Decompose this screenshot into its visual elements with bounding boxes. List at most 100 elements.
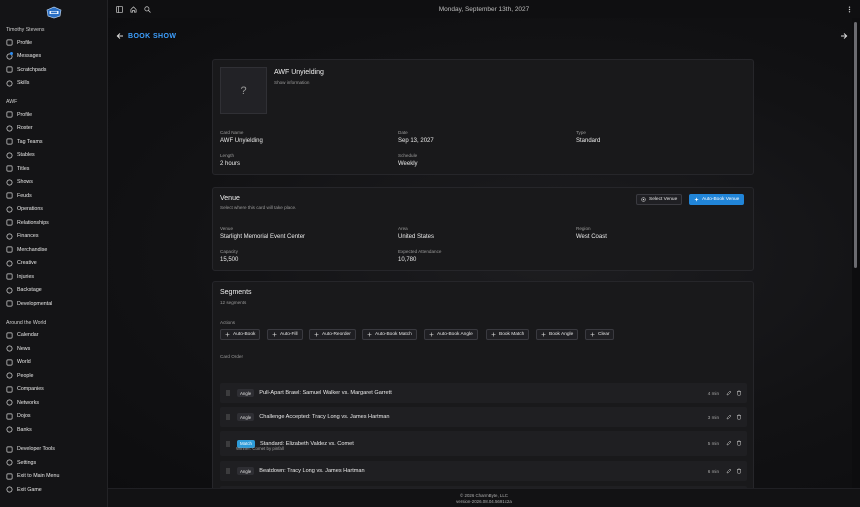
sidebar-item-system-developer-tools[interactable]: Developer Tools <box>0 443 107 457</box>
capacity-value: 15,500 <box>220 257 239 263</box>
segment-type-badge: Angle <box>237 389 255 397</box>
edit-icon[interactable] <box>726 468 733 475</box>
segment-type-badge: Angle <box>237 467 255 475</box>
sidebar-item-label: Developmental <box>17 300 53 307</box>
app-window: Timothy Stevens Profile Messages Scratchpa… <box>0 0 860 507</box>
drag-handle-icon[interactable] <box>223 414 233 420</box>
trash-icon[interactable] <box>736 390 743 397</box>
sidebar-item-label: Shows <box>17 179 33 186</box>
edit-icon[interactable] <box>726 440 733 447</box>
auto-fill-button[interactable]: Auto-Fill <box>267 329 303 340</box>
sidebar-item-label: Stables <box>17 152 35 159</box>
segment-type-badge: Angle <box>237 413 255 421</box>
sidebar-item-system-exit-game[interactable]: Exit Game <box>0 483 107 497</box>
edit-icon[interactable] <box>726 414 733 421</box>
unread-badge <box>10 51 13 55</box>
forward-arrow-icon[interactable] <box>840 32 848 40</box>
show-poster[interactable]: ? <box>220 67 267 114</box>
sparkle-icon <box>225 332 230 337</box>
sidebar-item-world-calendar[interactable]: Calendar <box>0 329 107 343</box>
back-arrow-icon[interactable] <box>116 32 124 40</box>
sidebar-item-label: News <box>17 345 31 352</box>
sidebar-item-system-settings[interactable]: Settings <box>0 456 107 470</box>
trash-icon[interactable] <box>736 468 743 475</box>
venue-subtitle: Select where this card will take place. <box>220 205 297 210</box>
sidebar-item-world-banks[interactable]: Banks <box>0 423 107 437</box>
card-order-label: Card Order <box>220 354 243 359</box>
drag-handle-icon[interactable] <box>223 390 233 396</box>
auto-book-angle-button[interactable]: Auto-Book Angle <box>424 329 478 340</box>
segments-title: Segments <box>220 289 252 296</box>
sidebar-item-shows[interactable]: Shows <box>0 176 107 190</box>
sparkle-icon <box>429 332 434 337</box>
sidebar-item-operations[interactable]: Operations <box>0 203 107 217</box>
page-header: BOOK SHOW <box>116 30 848 42</box>
trash-icon[interactable] <box>736 414 743 421</box>
sidebar-item-developmental[interactable]: Developmental <box>0 297 107 311</box>
sidebar-item-merchandise[interactable]: Merchandise <box>0 243 107 257</box>
sidebar-item-user-profile[interactable]: Profile <box>0 36 107 50</box>
auto-book-venue-button[interactable]: Auto-Book Venue <box>689 194 745 205</box>
sidebar-item-titles[interactable]: Titles <box>0 162 107 176</box>
sidebar-item-world-news[interactable]: News <box>0 342 107 356</box>
show-subtitle: Show information <box>274 80 310 85</box>
show-name: AWF Unyielding <box>274 69 324 76</box>
sidebar-item-relationships[interactable]: Relationships <box>0 216 107 230</box>
sidebar-item-feuds[interactable]: Feuds <box>0 189 107 203</box>
sidebar-item-world-dojos[interactable]: Dojos <box>0 410 107 424</box>
sidebar-item-label: Titles <box>17 165 30 172</box>
sidebar-item-label: Scratchpads <box>17 66 47 73</box>
sidebar-item-label: Exit Game <box>17 486 42 493</box>
sidebar-item-world-people[interactable]: People <box>0 369 107 383</box>
sidebar-item-system-exit-to-main-menu[interactable]: Exit to Main Menu <box>0 470 107 484</box>
attendance-label: Expected Attendance <box>398 249 442 254</box>
capacity-label: Capacity <box>220 249 238 254</box>
trash-icon[interactable] <box>736 440 743 447</box>
type-label: Type <box>576 130 586 135</box>
segment-row[interactable]: Angle Challenge Accepted: Tracy Long vs. … <box>220 407 747 427</box>
main-scrollbar[interactable] <box>852 18 860 488</box>
book-match-button[interactable]: Book Match <box>486 329 530 340</box>
users-icon <box>6 138 13 145</box>
sidebar-item-label: Companies <box>17 386 44 393</box>
book-angle-button[interactable]: Book Angle <box>536 329 579 340</box>
home-icon[interactable] <box>126 2 140 16</box>
trash-icon <box>590 332 595 337</box>
segment-row[interactable]: Angle Beatdown: Tracy Long vs. James Hart… <box>220 461 747 481</box>
sidebar-item-backstage[interactable]: Backstage <box>0 284 107 298</box>
segment-row[interactable]: Match Standard: Elizabeth Valdez vs. Come… <box>220 431 747 456</box>
sidebar-item-user-messages[interactable]: Messages <box>0 50 107 64</box>
segment-row[interactable]: Angle Pull-Apart Brawl: Samuel Walker vs.… <box>220 383 747 403</box>
sidebar-item-profile[interactable]: Profile <box>0 108 107 122</box>
select-venue-button[interactable]: Select Venue <box>636 194 683 205</box>
sidebar-toggle-icon[interactable] <box>112 2 126 16</box>
sidebar-item-creative[interactable]: Creative <box>0 257 107 271</box>
clear-button[interactable]: Clear <box>585 329 615 340</box>
game-logo[interactable] <box>0 0 107 24</box>
reorder-icon <box>314 332 319 337</box>
sidebar-item-world-networks[interactable]: Networks <box>0 396 107 410</box>
search-icon[interactable] <box>140 2 154 16</box>
sidebar-item-label: Banks <box>17 426 32 433</box>
drag-handle-icon[interactable] <box>223 441 233 447</box>
sidebar-item-tag-teams[interactable]: Tag Teams <box>0 135 107 149</box>
sidebar-item-finances[interactable]: Finances <box>0 230 107 244</box>
sidebar-item-world-world[interactable]: World <box>0 356 107 370</box>
auto-reorder-button[interactable]: Auto-Reorder <box>309 329 356 340</box>
edit-icon[interactable] <box>726 390 733 397</box>
gear-icon <box>6 459 13 466</box>
sidebar-item-world-companies[interactable]: Companies <box>0 383 107 397</box>
auto-book-button[interactable]: Auto-Book <box>220 329 261 340</box>
more-menu-icon[interactable] <box>842 2 856 16</box>
sidebar-item-injuries[interactable]: Injuries <box>0 270 107 284</box>
drag-handle-icon[interactable] <box>223 468 233 474</box>
sidebar-item-label: People <box>17 372 34 379</box>
auto-book-match-button[interactable]: Auto-Book Match <box>362 329 417 340</box>
venue-card: Venue Select where this card will take p… <box>212 187 754 271</box>
sidebar-item-user-skills[interactable]: Skills <box>0 77 107 91</box>
sidebar-item-user-scratchpads[interactable]: Scratchpads <box>0 63 107 77</box>
sidebar-item-stables[interactable]: Stables <box>0 149 107 163</box>
scrollbar-thumb[interactable] <box>854 22 857 268</box>
sidebar-item-label: Profile <box>17 39 33 46</box>
sidebar-item-roster[interactable]: Roster <box>0 122 107 136</box>
